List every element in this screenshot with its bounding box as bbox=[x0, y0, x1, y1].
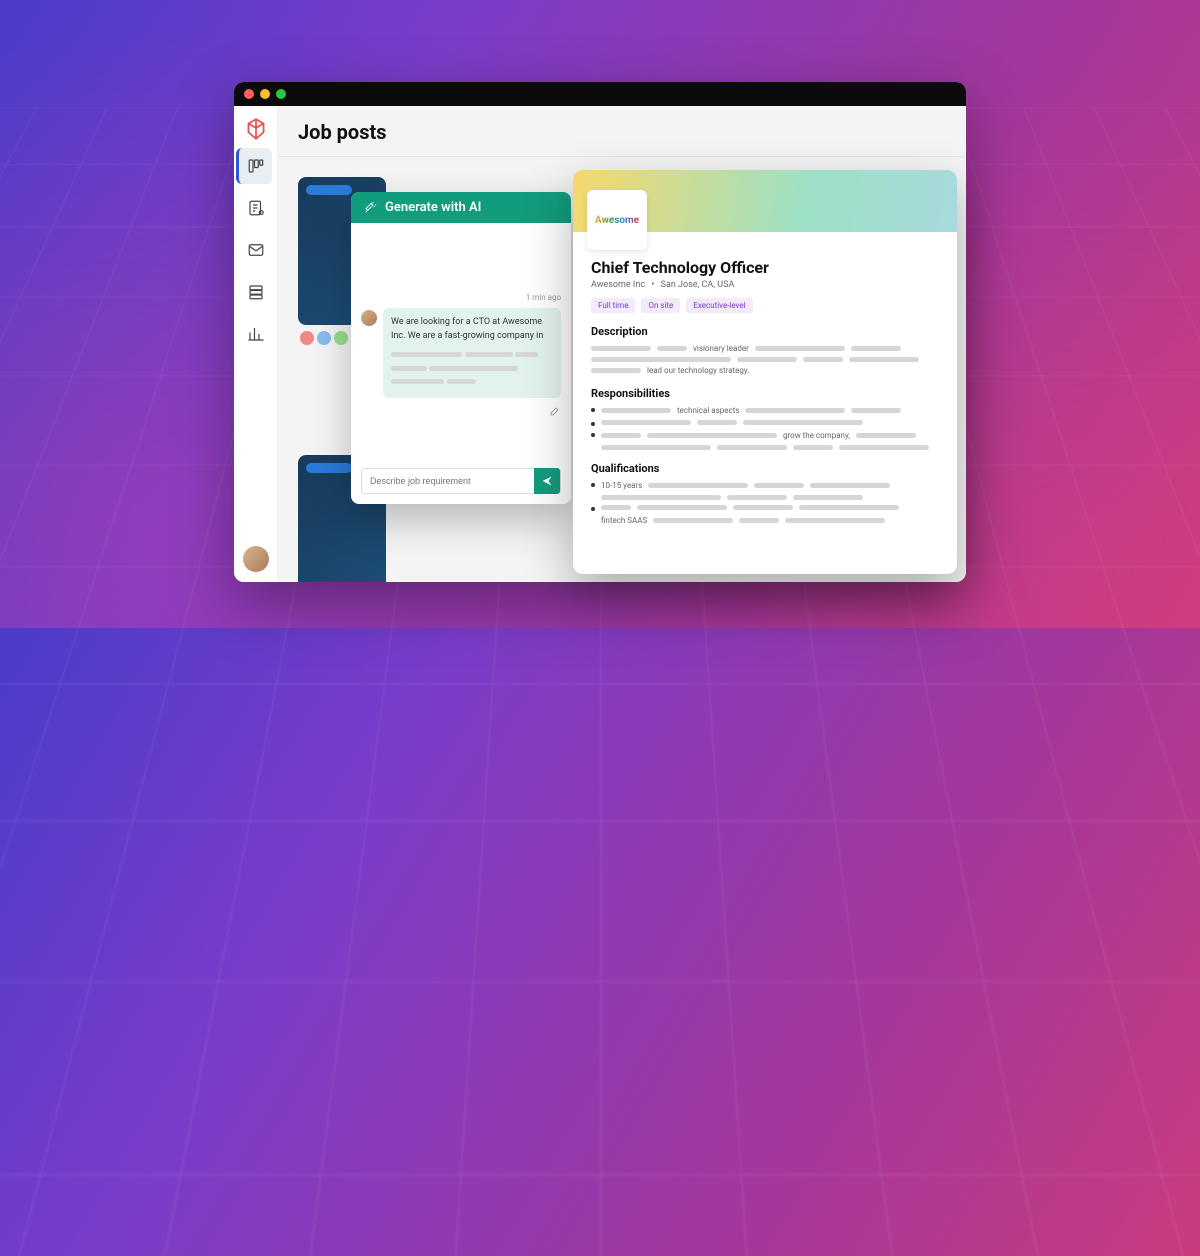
message-text: We are looking for a CTO at Awesome Inc.… bbox=[391, 317, 543, 341]
nav-database[interactable] bbox=[238, 274, 274, 310]
magic-wand-icon bbox=[363, 201, 377, 215]
page-title: Job posts bbox=[298, 120, 946, 144]
section-qualifications: Qualifications 10-15 years fintech SAAS bbox=[591, 462, 939, 525]
edit-message-button[interactable] bbox=[549, 402, 561, 414]
ai-header-label: Generate with AI bbox=[385, 200, 481, 215]
job-tags: Full time On site Executive-level bbox=[591, 298, 939, 313]
text-fragment: 10-15 years bbox=[601, 481, 642, 490]
ai-prompt-input[interactable] bbox=[362, 476, 534, 486]
job-location: San Jose, CA, USA bbox=[661, 280, 735, 290]
text-fragment: lead our technology strategy. bbox=[647, 366, 749, 375]
job-title: Chief Technology Officer bbox=[591, 258, 939, 277]
app-logo-icon bbox=[243, 116, 269, 142]
ai-generate-panel: Generate with AI 1 min ago We are lookin… bbox=[351, 192, 571, 504]
window-titlebar bbox=[234, 82, 966, 106]
ai-panel-header: Generate with AI bbox=[351, 192, 571, 223]
user-message: We are looking for a CTO at Awesome Inc.… bbox=[361, 308, 561, 398]
chart-icon bbox=[247, 325, 265, 343]
company-logo: Awesome bbox=[587, 190, 647, 250]
nav-tasks[interactable] bbox=[238, 190, 274, 226]
database-icon bbox=[247, 283, 265, 301]
job-tag: On site bbox=[641, 298, 680, 313]
company-name: Awesome Inc bbox=[591, 280, 645, 290]
nav-messages[interactable] bbox=[238, 232, 274, 268]
text-fragment: grow the company, bbox=[783, 431, 850, 440]
mail-icon bbox=[247, 241, 265, 259]
nav-analytics[interactable] bbox=[238, 316, 274, 352]
divider bbox=[278, 156, 966, 157]
section-heading: Description bbox=[591, 325, 939, 338]
section-heading: Responsibilities bbox=[591, 387, 939, 400]
ai-input-row bbox=[361, 468, 561, 494]
section-responsibilities: Responsibilities technical aspects grow … bbox=[591, 387, 939, 450]
message-timestamp: 1 min ago bbox=[361, 293, 561, 302]
text-fragment: technical aspects bbox=[677, 406, 739, 415]
section-description: Description visionary leader lead our te… bbox=[591, 325, 939, 375]
section-heading: Qualifications bbox=[591, 462, 939, 475]
user-avatar[interactable] bbox=[243, 546, 269, 572]
text-fragment: visionary leader bbox=[693, 344, 749, 353]
job-preview-panel: Awesome Chief Technology Officer Awesome… bbox=[573, 170, 957, 574]
window-min-dot[interactable] bbox=[260, 89, 270, 99]
message-avatar bbox=[361, 310, 377, 326]
sidebar bbox=[234, 106, 278, 582]
job-tag: Executive-level bbox=[686, 298, 752, 313]
send-button[interactable] bbox=[534, 468, 560, 494]
window-close-dot[interactable] bbox=[244, 89, 254, 99]
tasks-icon bbox=[247, 199, 265, 217]
job-meta: Awesome Inc • San Jose, CA, USA bbox=[591, 280, 939, 290]
job-tag: Full time bbox=[591, 298, 635, 313]
send-icon bbox=[541, 475, 553, 487]
text-fragment: fintech SAAS bbox=[601, 516, 647, 525]
board-icon bbox=[247, 157, 265, 175]
ai-panel-body: 1 min ago We are looking for a CTO at Aw… bbox=[351, 223, 571, 468]
job-content: Chief Technology Officer Awesome Inc • S… bbox=[573, 232, 957, 544]
window-max-dot[interactable] bbox=[276, 89, 286, 99]
nav-board[interactable] bbox=[236, 148, 272, 184]
message-bubble: We are looking for a CTO at Awesome Inc.… bbox=[383, 308, 561, 398]
job-header-gradient: Awesome bbox=[573, 170, 957, 232]
